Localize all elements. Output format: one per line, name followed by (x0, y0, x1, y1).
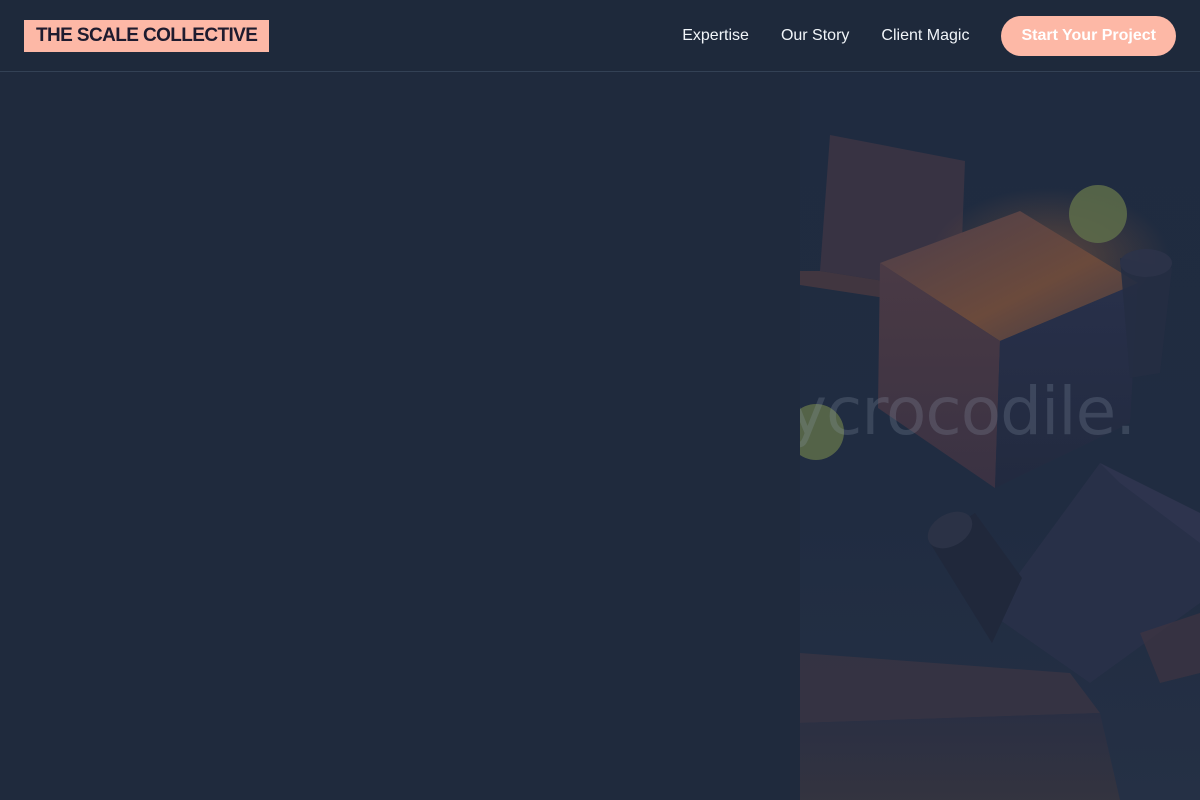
start-project-button[interactable]: Start Your Project (1001, 16, 1176, 56)
nav-link-our-story[interactable]: Our Story (781, 27, 849, 45)
site-header: THE SCALE COLLECTIVE Expertise Our Story… (0, 0, 1200, 72)
watermark-text: ycrocodile. (800, 373, 1136, 450)
hero-illustration: ycrocodile. (800, 73, 1200, 800)
logo[interactable]: THE SCALE COLLECTIVE (24, 20, 270, 52)
nav-link-client-magic[interactable]: Client Magic (881, 27, 969, 45)
main-nav: Expertise Our Story Client Magic Start Y… (682, 16, 1176, 56)
page: THE SCALE COLLECTIVE Expertise Our Story… (0, 0, 1200, 800)
nav-link-expertise[interactable]: Expertise (682, 27, 749, 45)
